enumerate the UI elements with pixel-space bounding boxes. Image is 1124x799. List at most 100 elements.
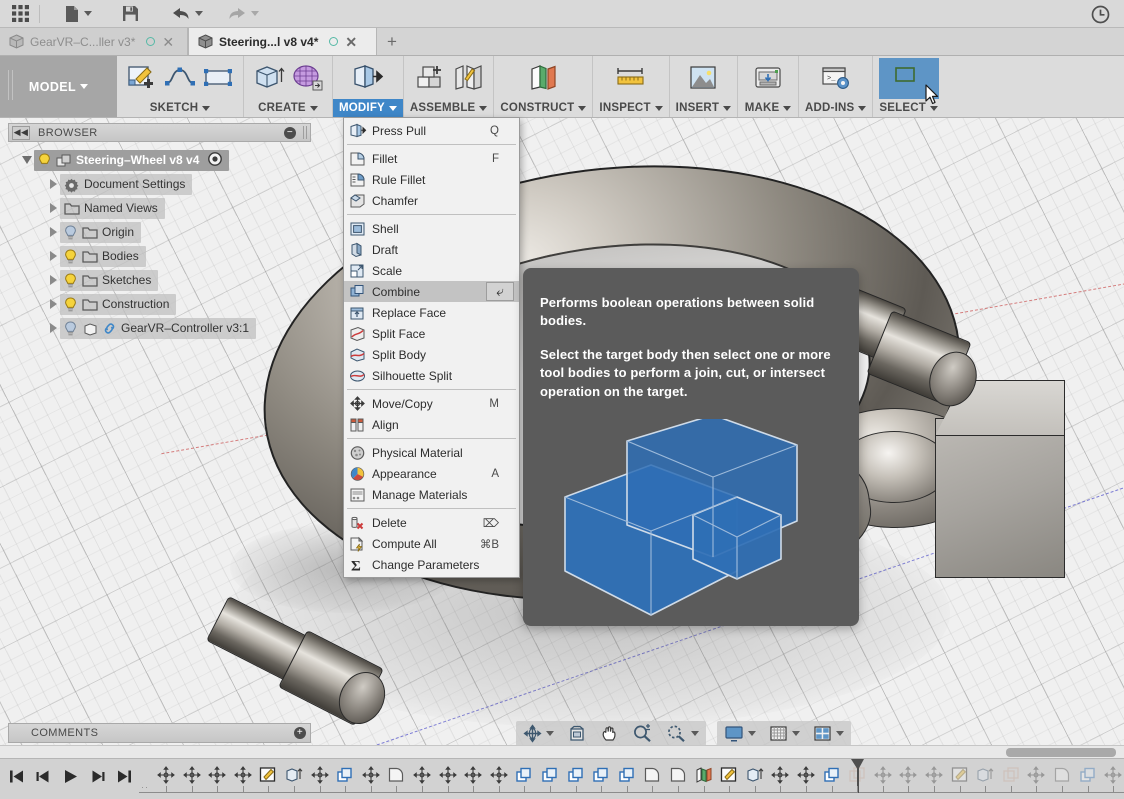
tree-node-gearvr-controller[interactable]: GearVR–Controller v3:1 <box>8 316 308 340</box>
menu-item-split-body[interactable]: Split Body <box>344 344 519 365</box>
create-sketch-icon[interactable] <box>124 61 160 95</box>
body-block-right[interactable] <box>935 418 1065 578</box>
activate-component-icon[interactable] <box>208 151 223 169</box>
timeline-feature-fillet[interactable] <box>1049 762 1075 788</box>
ribbon-label-select[interactable]: SELECT <box>873 99 944 117</box>
lightbulb-on-icon[interactable] <box>64 248 77 264</box>
lightbulb-on-icon[interactable] <box>38 152 51 168</box>
pan-button[interactable] <box>598 723 621 745</box>
redo-button[interactable] <box>220 1 266 27</box>
ribbon-label-construct[interactable]: CONSTRUCT <box>494 99 592 117</box>
undo-button[interactable] <box>164 1 210 27</box>
timeline-feature-move-copy[interactable] <box>358 762 384 788</box>
viewports-button[interactable] <box>811 723 846 745</box>
minus-circle-icon[interactable]: − <box>284 126 296 139</box>
expander-closed-icon[interactable] <box>46 299 60 309</box>
menu-item-align[interactable]: Align <box>344 414 519 435</box>
timeline-feature-combine[interactable] <box>1075 762 1101 788</box>
timeline-feature-move-copy[interactable] <box>895 762 921 788</box>
timeline-feature-move-copy[interactable] <box>921 762 947 788</box>
timeline-feature-extrude[interactable] <box>972 762 998 788</box>
tree-node-sketches[interactable]: Sketches <box>8 268 308 292</box>
zoom-button[interactable] <box>630 723 655 745</box>
document-tab-2[interactable]: Steering...l v8 v4* ✕ <box>188 28 377 55</box>
new-tab-button[interactable]: + <box>377 28 407 55</box>
timeline-feature-sketch[interactable] <box>255 762 281 788</box>
timeline-feature-move-copy[interactable] <box>486 762 512 788</box>
timeline-feature-sketch[interactable] <box>947 762 973 788</box>
menu-item-combine[interactable]: Combine ⤶ <box>344 281 519 302</box>
menu-item-compute-all[interactable]: Compute All ⌘B <box>344 533 519 554</box>
menu-item-rule-fillet[interactable]: Rule Fillet <box>344 169 519 190</box>
form-mesh-icon[interactable] <box>289 61 325 95</box>
timeline-feature-combine[interactable] <box>588 762 614 788</box>
menu-item-silhouette-split[interactable]: Silhouette Split <box>344 365 519 386</box>
new-component-icon[interactable] <box>412 61 448 95</box>
clock-icon[interactable] <box>1091 5 1110 27</box>
tree-node-document-settings[interactable]: Document Settings <box>8 172 308 196</box>
timeline-feature-move-copy[interactable] <box>230 762 256 788</box>
horizontal-scrollbar[interactable] <box>0 745 1124 758</box>
timeline-feature-move-copy[interactable] <box>153 762 179 788</box>
timeline-feature-move-copy[interactable] <box>793 762 819 788</box>
timeline-feature-move-copy[interactable] <box>307 762 333 788</box>
menu-item-delete[interactable]: Delete ⌦ <box>344 512 519 533</box>
timeline-feature-move-copy[interactable] <box>870 762 896 788</box>
select-window-icon[interactable] <box>891 61 927 95</box>
step-back-icon[interactable] <box>35 769 52 784</box>
menu-item-move-copy[interactable]: Move/Copy M <box>344 393 519 414</box>
timeline-feature-move-copy[interactable] <box>460 762 486 788</box>
timeline-feature-extrude[interactable] <box>281 762 307 788</box>
script-addins-icon[interactable]: >_ <box>818 61 854 95</box>
ribbon-label-make[interactable]: MAKE <box>738 99 798 117</box>
tree-node-root[interactable]: Steering–Wheel v8 v4 <box>8 148 308 172</box>
circle-outline-icon[interactable] <box>329 37 339 46</box>
tree-node-construction[interactable]: Construction <box>8 292 308 316</box>
timeline-feature-move-copy[interactable] <box>409 762 435 788</box>
fit-button[interactable] <box>664 723 701 745</box>
timeline-track[interactable]: ·· <box>139 759 1124 799</box>
modify-dropdown-menu[interactable]: Press Pull Q Fillet F Rule Fillet Chamfe… <box>343 117 520 578</box>
timeline-feature-combine[interactable] <box>332 762 358 788</box>
expander-closed-icon[interactable] <box>46 179 60 189</box>
drag-grip[interactable] <box>303 126 307 139</box>
3d-print-icon[interactable] <box>750 61 786 95</box>
play-icon[interactable] <box>62 769 79 784</box>
orbit-button[interactable] <box>521 723 556 745</box>
menu-item-appearance[interactable]: Appearance A <box>344 463 519 484</box>
spline-icon[interactable] <box>162 61 198 95</box>
timeline-feature-move-copy[interactable] <box>1100 762 1124 788</box>
close-icon[interactable]: ✕ <box>344 35 358 49</box>
menu-item-shell[interactable]: Shell <box>344 218 519 239</box>
press-pull-icon[interactable] <box>350 61 386 95</box>
timeline-feature-combine[interactable] <box>537 762 563 788</box>
expander-closed-icon[interactable] <box>46 227 60 237</box>
ribbon-label-create[interactable]: CREATE <box>244 99 332 117</box>
menu-item-scale[interactable]: Scale <box>344 260 519 281</box>
document-tab-1[interactable]: GearVR–C...ller v3* ✕ <box>0 28 188 55</box>
timeline-feature-combine[interactable] <box>819 762 845 788</box>
lightbulb-on-icon[interactable] <box>64 272 77 288</box>
file-menu[interactable] <box>57 1 99 27</box>
timeline-feature-fillet[interactable] <box>383 762 409 788</box>
timeline-feature-fillet[interactable] <box>665 762 691 788</box>
skip-end-icon[interactable] <box>116 769 133 784</box>
tree-node-bodies[interactable]: Bodies <box>8 244 308 268</box>
expander-open-icon[interactable] <box>20 156 34 164</box>
menu-item-replace-face[interactable]: Replace Face <box>344 302 519 323</box>
timeline-feature-move-copy[interactable] <box>179 762 205 788</box>
ribbon-label-sketch[interactable]: SKETCH <box>117 99 243 117</box>
timeline-feature-combine[interactable] <box>614 762 640 788</box>
expander-closed-icon[interactable] <box>46 203 60 213</box>
timeline-feature-rolled-back[interactable] <box>998 762 1024 788</box>
tree-node-named-views[interactable]: Named Views <box>8 196 308 220</box>
lightbulb-off-icon[interactable] <box>64 320 77 336</box>
ribbon-label-insert[interactable]: INSERT <box>670 99 737 117</box>
timeline-feature-move-copy[interactable] <box>1023 762 1049 788</box>
ribbon-label-addins[interactable]: ADD-INS <box>799 99 872 117</box>
workspace-switcher[interactable]: MODEL <box>0 56 117 117</box>
offset-plane-icon[interactable] <box>525 61 561 95</box>
ribbon-label-assemble[interactable]: ASSEMBLE <box>404 99 494 117</box>
look-at-button[interactable] <box>565 723 589 745</box>
circle-outline-icon[interactable] <box>146 37 156 46</box>
